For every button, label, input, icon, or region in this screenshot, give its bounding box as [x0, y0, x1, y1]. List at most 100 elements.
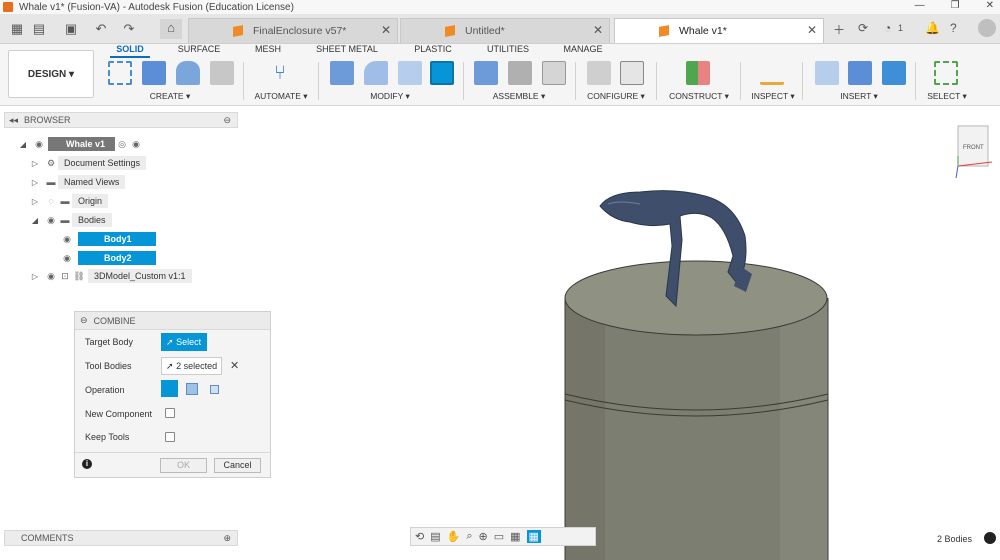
eye-icon[interactable]: ◉ [60, 251, 74, 265]
status-indicator-icon[interactable] [984, 532, 996, 544]
press-pull-icon[interactable] [330, 61, 354, 85]
create-menu[interactable]: CREATE ▾ [140, 91, 200, 102]
new-component-checkbox[interactable] [165, 408, 175, 418]
insert-derive-icon[interactable] [815, 61, 839, 85]
fillet-icon[interactable] [364, 61, 388, 85]
combine-icon[interactable] [430, 61, 454, 85]
tab-solid[interactable]: SOLID [110, 44, 150, 58]
browser-toggle-icon[interactable]: ⊖ [223, 115, 231, 126]
join-operation-icon[interactable] [161, 380, 178, 397]
joint-icon[interactable] [508, 61, 532, 85]
tree-item-named-views[interactable]: ▷ ▬ Named Views [30, 174, 126, 190]
tree-item-bodies[interactable]: ◢ ◉ ▬ Bodies [30, 212, 112, 228]
tab-untitled[interactable]: Untitled* ✕ [400, 18, 610, 43]
automate-menu[interactable]: AUTOMATE ▾ [246, 91, 316, 102]
tab-manage[interactable]: MANAGE [560, 44, 606, 58]
eye-icon[interactable]: ◉ [60, 232, 74, 246]
cut-operation-icon[interactable] [186, 383, 198, 395]
tab-whale[interactable]: Whale v1* ✕ [614, 18, 824, 43]
inspect-menu[interactable]: INSPECT ▾ [744, 91, 802, 102]
notifications-icon[interactable]: 🔔 [925, 21, 940, 35]
new-tab-icon[interactable]: ＋ [833, 21, 845, 38]
construct-menu[interactable]: CONSTRUCT ▾ [662, 91, 736, 102]
cancel-button[interactable]: Cancel [214, 458, 261, 473]
pan-icon[interactable]: ✋ [447, 530, 461, 543]
tree-item-3dmodel[interactable]: ▷ ◉ ⊡ ⛓ 3DModel_Custom v1:1 [30, 268, 192, 284]
modify-menu[interactable]: MODIFY ▾ [360, 91, 420, 102]
tree-root[interactable]: ◢ ◉ Whale v1 ◎ ◉ [18, 136, 143, 152]
collapse-dialog-icon[interactable]: ⊖ [80, 315, 88, 326]
tab-mesh[interactable]: MESH [250, 44, 286, 58]
eye-icon[interactable]: ◉ [44, 269, 58, 283]
help-icon[interactable]: ? [950, 21, 957, 35]
activate-icon[interactable]: ◎ [115, 137, 129, 151]
new-component-icon[interactable] [474, 61, 498, 85]
display-settings-icon[interactable]: ▭ [494, 530, 504, 543]
bom-icon[interactable] [542, 61, 566, 85]
tree-item-origin[interactable]: ▷ ◌ ▬ Origin [30, 193, 109, 209]
close-tab-icon[interactable]: ✕ [807, 23, 817, 37]
revolve-icon[interactable] [176, 61, 200, 85]
expand-icon[interactable]: ▷ [30, 272, 40, 281]
comments-bar[interactable]: COMMENTS ⊕ [4, 530, 238, 546]
info-icon[interactable]: i [82, 459, 92, 469]
offset-plane-icon[interactable] [686, 61, 710, 85]
assemble-menu[interactable]: ASSEMBLE ▾ [484, 91, 554, 102]
expand-icon[interactable]: ▷ [30, 178, 40, 187]
tab-plastic[interactable]: PLASTIC [408, 44, 458, 58]
intersect-operation-icon[interactable] [210, 385, 219, 394]
cylinder-top-face[interactable] [564, 260, 828, 336]
measure-icon[interactable] [760, 61, 784, 85]
home-icon[interactable]: ⌂ [160, 19, 182, 39]
tab-sheet-metal[interactable]: SHEET METAL [310, 44, 384, 58]
eye-icon[interactable]: ◉ [32, 137, 46, 151]
clear-selection-icon[interactable]: ✕ [230, 359, 239, 372]
grid-settings-icon[interactable]: ▦ [510, 530, 520, 543]
zoom-icon[interactable]: ⌕ [466, 530, 472, 543]
configure-icon[interactable] [587, 61, 611, 85]
hole-icon[interactable] [210, 61, 234, 85]
insert-menu[interactable]: INSERT ▾ [830, 91, 888, 102]
close-tab-icon[interactable]: ✕ [593, 23, 603, 37]
close-button[interactable]: ✕ [986, 0, 994, 11]
extrude-icon[interactable] [142, 61, 166, 85]
expand-root-icon[interactable]: ◢ [18, 140, 28, 149]
collapse-icon[interactable]: ◢ [30, 216, 40, 225]
tree-item-document-settings[interactable]: ▷ ⚙ Document Settings [30, 155, 147, 171]
select-menu[interactable]: SELECT ▾ [918, 91, 976, 102]
viewcube[interactable]: FRONT [955, 125, 993, 179]
ok-button[interactable]: OK [160, 458, 207, 473]
maximize-button[interactable]: ❐ [951, 0, 960, 11]
eye-hidden-icon[interactable]: ◌ [44, 194, 58, 208]
file-icon[interactable]: ▤ [30, 20, 48, 38]
tab-surface[interactable]: SURFACE [172, 44, 226, 58]
configure-menu[interactable]: CONFIGURE ▾ [580, 91, 652, 102]
root-component-label[interactable]: Whale v1 [48, 137, 116, 151]
target-body-select-button[interactable]: ➚ Select [161, 333, 207, 351]
workspace-switcher[interactable]: DESIGN ▾ [8, 50, 94, 98]
job-status-icon[interactable]: ◔ [884, 21, 891, 35]
add-comment-icon[interactable]: ⊕ [223, 533, 231, 544]
expand-icon[interactable]: ▷ [30, 197, 40, 206]
tree-item-body2[interactable]: ◉ Body2 [60, 250, 156, 266]
zoom-window-icon[interactable]: ⊕ [479, 530, 488, 543]
select-box-icon[interactable] [934, 61, 958, 85]
viewports-icon[interactable]: ▦ [526, 530, 541, 543]
avatar[interactable] [978, 19, 996, 37]
keep-tools-checkbox[interactable] [165, 432, 175, 442]
save-icon[interactable]: ▣ [62, 20, 80, 38]
orbit-icon[interactable]: ⟲ [415, 530, 424, 543]
collapse-browser-icon[interactable]: ◂◂ [9, 115, 18, 126]
redo-icon[interactable]: ↷ [120, 20, 138, 38]
tree-item-body1[interactable]: ◉ Body1 [60, 231, 156, 247]
create-sketch-icon[interactable] [108, 61, 132, 85]
tool-bodies-selection[interactable]: ➚ 2 selected [161, 357, 222, 375]
eye-icon[interactable]: ◉ [44, 213, 58, 227]
grid-menu-icon[interactable]: ▦ [8, 20, 26, 38]
expand-icon[interactable]: ▷ [30, 159, 40, 168]
data-panel-icon[interactable]: ⟳ [858, 21, 868, 35]
configure-table-icon[interactable] [620, 61, 644, 85]
minimize-button[interactable]: — [915, 0, 925, 11]
tab-utilities[interactable]: UTILITIES [480, 44, 536, 58]
close-tab-icon[interactable]: ✕ [381, 23, 391, 37]
